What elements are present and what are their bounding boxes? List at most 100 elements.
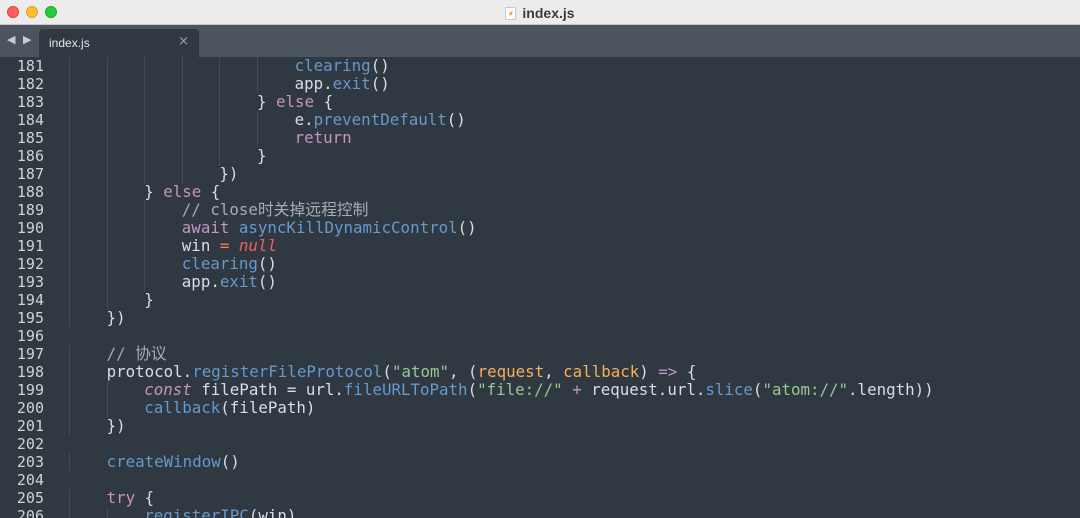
code-line[interactable]: app.exit() [69, 75, 1080, 93]
indent-guide [144, 219, 146, 237]
indent-guide [69, 399, 70, 417]
indent-guide [181, 75, 183, 93]
code-line[interactable]: protocol.registerFileProtocol("atom", (r… [69, 363, 1080, 381]
code-token: await [181, 218, 230, 237]
code-token: { [677, 362, 697, 381]
indent-guide [69, 147, 70, 165]
indent-guide [106, 111, 108, 129]
code-token: ( [752, 380, 763, 399]
indent-guide [106, 57, 108, 75]
tab-close-icon[interactable]: × [178, 34, 189, 49]
code-token: }) [219, 164, 239, 183]
code-line[interactable]: try { [69, 489, 1080, 507]
indent-guide [69, 417, 70, 435]
indent-guide [144, 93, 146, 111]
indent-guide [69, 111, 70, 129]
line-number: 192 [16, 255, 44, 273]
indent-guide [257, 111, 258, 129]
editor-window: index.js ◀ ▶ index.js × 181 182 183 184 185 1… [0, 0, 1080, 518]
code-line[interactable]: const filePath = url.fileURLToPath("file… [69, 381, 1080, 399]
code-token: }) [106, 308, 126, 327]
code-line[interactable]: // close时关掉远程控制 [69, 201, 1080, 219]
indent-guide [106, 165, 108, 183]
code-line[interactable]: e.preventDefault() [69, 111, 1080, 129]
code-line[interactable]: }) [69, 309, 1080, 327]
code-line[interactable]: clearing() [69, 255, 1080, 273]
code-line[interactable] [69, 435, 1080, 453]
code-token: = [219, 236, 230, 255]
code-line[interactable]: createWindow() [69, 453, 1080, 471]
indent-guide [69, 165, 70, 183]
indent-guide [69, 309, 70, 327]
line-number: 195 [16, 309, 44, 327]
code-token: asyncKillDynamicControl [238, 218, 458, 237]
indent-guide [106, 255, 108, 273]
code-token: clearing [181, 254, 258, 273]
code-line[interactable] [69, 327, 1080, 345]
code-line[interactable]: }) [69, 417, 1080, 435]
line-number: 200 [16, 399, 44, 417]
code-line[interactable]: return [69, 129, 1080, 147]
code-line[interactable]: } [69, 291, 1080, 309]
title-bar: index.js [0, 0, 1080, 25]
code-line[interactable]: win = null [69, 237, 1080, 255]
indent-guide [69, 201, 70, 219]
code-area[interactable]: clearing() app.exit()} else {e.preventDef… [69, 57, 1080, 518]
indent-guide [144, 57, 146, 75]
indent-guide [144, 201, 146, 219]
code-editor[interactable]: 181 182 183 184 185 186 187 188 189 190 191 192 193 1… [0, 57, 1080, 518]
indent-guide [106, 75, 108, 93]
indent-guide [144, 273, 146, 291]
indent-guide [69, 93, 70, 111]
line-number: 196 [16, 327, 44, 345]
indent-guide [69, 363, 70, 381]
code-line[interactable]: // 协议 [69, 345, 1080, 363]
code-line[interactable]: clearing() [69, 57, 1080, 75]
code-token: // close时关掉远程控制 [181, 200, 369, 219]
code-line[interactable]: } else { [69, 93, 1080, 111]
code-line[interactable]: registerIPC(win) [69, 507, 1080, 518]
indent-guide [181, 147, 183, 165]
code-line[interactable]: callback(filePath) [69, 399, 1080, 417]
code-token: ( [467, 380, 478, 399]
code-token: callback [144, 398, 221, 417]
indent-guide [219, 75, 221, 93]
indent-guide [257, 57, 258, 75]
indent-guide [69, 273, 70, 291]
code-token: try [106, 488, 136, 507]
code-token: null [238, 236, 277, 255]
tab-nav-arrows-icon[interactable]: ◀ ▶ [7, 33, 33, 46]
tab-index-js[interactable]: index.js × [39, 29, 199, 57]
code-line[interactable]: app.exit() [69, 273, 1080, 291]
code-line[interactable]: }) [69, 165, 1080, 183]
indent-guide [219, 93, 221, 111]
code-line[interactable]: } [69, 147, 1080, 165]
code-line[interactable]: await asyncKillDynamicControl() [69, 219, 1080, 237]
code-token: "atom://" [762, 380, 849, 399]
line-number: 191 [16, 237, 44, 255]
code-token: } [257, 146, 267, 165]
indent-guide [106, 273, 108, 291]
code-token: () [370, 74, 390, 93]
code-token: app. [294, 74, 333, 93]
code-token: .length)) [848, 380, 934, 399]
code-token: () [370, 57, 390, 75]
indent-guide [144, 129, 146, 147]
indent-guide [181, 165, 183, 183]
indent-guide [106, 201, 108, 219]
code-token: ) [639, 362, 659, 381]
code-token: win [181, 236, 220, 255]
tab-bar: ◀ ▶ index.js × [0, 25, 1080, 57]
code-token: + [572, 380, 582, 399]
code-line[interactable]: } else { [69, 183, 1080, 201]
indent-guide [69, 345, 70, 363]
indent-guide [181, 57, 183, 75]
indent-guide [144, 111, 146, 129]
indent-guide [69, 381, 70, 399]
code-token: } [144, 290, 154, 309]
code-token: (filePath) [220, 398, 316, 417]
line-number: 190 [16, 219, 44, 237]
code-line[interactable] [69, 471, 1080, 489]
line-number: 182 [16, 75, 44, 93]
